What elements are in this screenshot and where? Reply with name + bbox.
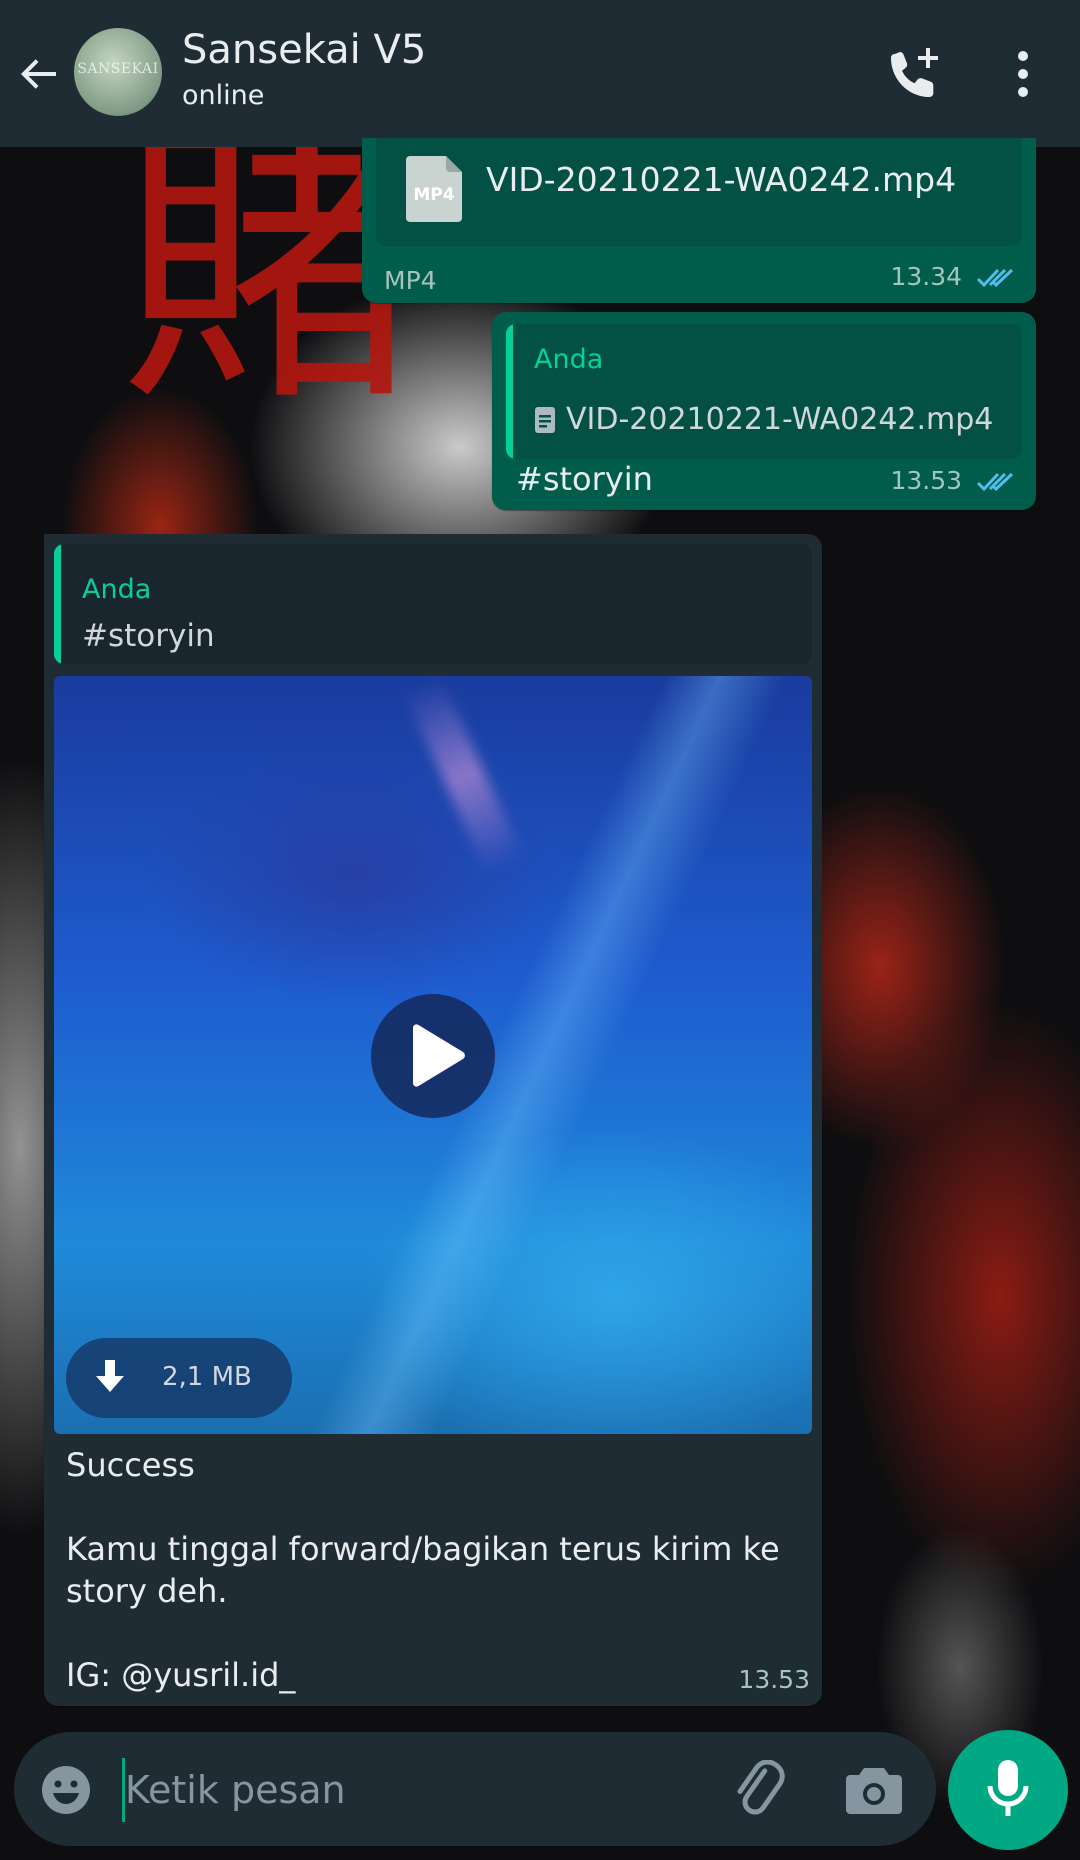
document-attachment[interactable]: MP4 VID-20210221-WA0242.mp4 — [376, 138, 1022, 246]
file-badge: MP4 — [413, 185, 454, 205]
message-time: 13.53 — [890, 466, 1016, 495]
message-input-bar — [14, 1732, 936, 1846]
message-bubble-document[interactable]: MP4 VID-20210221-WA0242.mp4 MP4 13.34 — [362, 138, 1036, 303]
chat-title: Sansekai V5 — [182, 27, 427, 73]
quote-accent-bar — [54, 544, 61, 664]
caption-line: IG: @yusril.id_ — [66, 1656, 296, 1694]
quote-text: #storyin — [82, 618, 215, 654]
play-icon — [413, 1024, 465, 1087]
more-vertical-icon — [1018, 51, 1028, 97]
message-input[interactable] — [122, 1758, 727, 1822]
message-bubble-video[interactable]: Anda #storyin 2,1 MB Success Kamu tingga… — [44, 534, 822, 1706]
chat-header: SANSEKAI Sansekai V5 online — [0, 0, 1080, 147]
microphone-icon — [987, 1760, 1029, 1816]
back-arrow-icon — [21, 59, 56, 89]
attach-button[interactable] — [730, 1759, 790, 1820]
paperclip-icon — [737, 1759, 785, 1815]
document-icon — [535, 406, 555, 433]
download-button[interactable]: 2,1 MB — [66, 1338, 292, 1418]
camera-icon — [846, 1768, 902, 1814]
voice-message-button[interactable] — [948, 1730, 1068, 1850]
play-button[interactable] — [371, 994, 495, 1118]
quote-author: Anda — [82, 574, 152, 605]
avatar-logo-text: SANSEKAI — [77, 61, 159, 77]
chat-title-block[interactable]: Sansekai V5 online — [182, 22, 426, 111]
add-call-button[interactable] — [884, 44, 944, 104]
caption-line: Success — [66, 1446, 195, 1484]
quote-document-name: VID-20210221-WA0242.mp4 — [566, 402, 994, 437]
mp4-file-icon: MP4 — [406, 156, 462, 222]
message-timestamp: 13.34 — [890, 262, 963, 291]
message-timestamp: 13.53 — [890, 466, 963, 495]
message-text: #storyin — [516, 460, 653, 498]
quoted-message[interactable]: Anda #storyin — [54, 544, 812, 664]
video-thumbnail[interactable]: 2,1 MB — [54, 676, 812, 1434]
video-size: 2,1 MB — [162, 1362, 252, 1392]
message-time: 13.34 — [890, 262, 1016, 291]
video-caption: Success Kamu tinggal forward/bagikan ter… — [66, 1444, 806, 1696]
quote-document: VID-20210221-WA0242.mp4 — [534, 402, 993, 437]
caption-line: Kamu tinggal forward/bagikan terus kirim… — [66, 1530, 780, 1610]
message-timestamp: 13.53 — [738, 1665, 810, 1694]
message-bubble-reply[interactable]: Anda VID-20210221-WA0242.mp4 #storyin 13… — [492, 312, 1036, 510]
quoted-message[interactable]: Anda VID-20210221-WA0242.mp4 — [506, 324, 1022, 459]
chat-status: online — [182, 80, 265, 111]
back-button[interactable] — [16, 50, 64, 98]
quote-author: Anda — [534, 344, 604, 375]
emoji-icon — [42, 1766, 90, 1814]
emoji-button[interactable] — [40, 1764, 92, 1816]
read-ticks-icon — [976, 268, 1014, 288]
document-file-type: MP4 — [384, 266, 437, 295]
avatar[interactable]: SANSEKAI — [74, 28, 162, 116]
add-call-icon — [891, 48, 938, 97]
quote-accent-bar — [506, 324, 513, 459]
more-options-button[interactable] — [1008, 44, 1038, 104]
camera-button[interactable] — [844, 1762, 904, 1818]
read-ticks-icon — [976, 472, 1014, 492]
video-light-streak — [403, 676, 525, 876]
document-file-name: VID-20210221-WA0242.mp4 — [486, 160, 957, 199]
download-icon — [96, 1360, 124, 1392]
